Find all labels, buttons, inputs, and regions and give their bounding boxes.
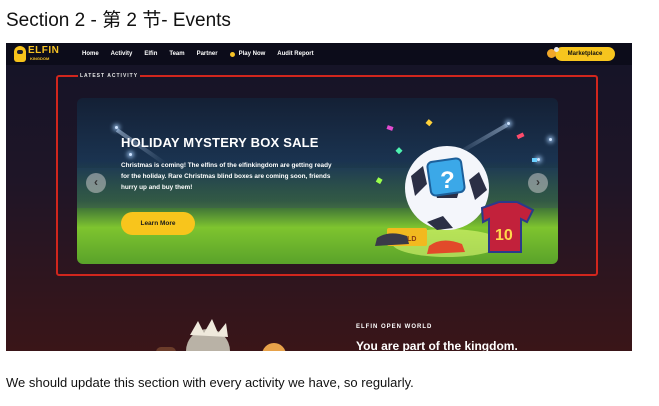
character-head (262, 343, 286, 351)
chevron-right-icon[interactable]: › (528, 173, 548, 193)
jersey-number: 10 (495, 227, 513, 244)
character-crown (190, 319, 228, 337)
stadium-light (115, 126, 118, 129)
character-body (156, 347, 176, 351)
chevron-left-icon[interactable]: ‹ (86, 173, 106, 193)
stadium-light (549, 138, 552, 141)
question-mark: ? (440, 167, 455, 194)
confetti (386, 125, 394, 131)
play-icon (229, 51, 235, 57)
nav-activity[interactable]: Activity (111, 43, 133, 65)
marketplace-area: Marketplace (545, 46, 617, 62)
elfin-logo[interactable]: ELFIN KINGDOM (14, 45, 60, 62)
nav-home[interactable]: Home (82, 43, 99, 65)
elfin-logo-icon (14, 46, 26, 62)
elfin-mascot-icon (545, 47, 561, 61)
document-heading: Section 2 - 第 2 节- Events (6, 10, 231, 31)
nav-partner[interactable]: Partner (197, 43, 218, 65)
open-world-label: ELFIN OPEN WORLD (356, 324, 433, 330)
latest-activity-label: LATEST ACTIVITY (78, 73, 141, 79)
soccer-shoe (375, 233, 409, 246)
nav-play-now-label: Play Now (238, 51, 266, 57)
mystery-ball-illustration: ? 10 WORLD (375, 119, 537, 257)
activity-banner[interactable]: HOLIDAY MYSTERY BOX SALE Christmas is co… (77, 98, 558, 264)
confetti (516, 132, 525, 140)
main-nav: Home Activity Elfin Team Partner Play No… (82, 43, 326, 65)
logo-subtext: KINGDOM (30, 56, 50, 61)
nav-audit-report[interactable]: Audit Report (277, 43, 313, 65)
confetti (375, 177, 383, 185)
nav-play-now[interactable]: Play Now (229, 43, 266, 65)
open-world-heading: You are part of the kingdom. (356, 339, 518, 351)
elfin-characters-art (156, 319, 286, 351)
website-screenshot: ELFIN KINGDOM Home Activity Elfin Team P… (6, 43, 632, 351)
nav-team[interactable]: Team (169, 43, 184, 65)
nav-elfin[interactable]: Elfin (144, 43, 157, 65)
confetti (425, 119, 433, 127)
marketplace-button[interactable]: Marketplace (555, 47, 615, 61)
top-navigation-bar: ELFIN KINGDOM Home Activity Elfin Team P… (6, 43, 632, 65)
banner-title: HOLIDAY MYSTERY BOX SALE (121, 135, 319, 150)
document-note: We should update this section with every… (6, 375, 414, 390)
confetti (532, 158, 537, 162)
learn-more-button[interactable]: Learn More (121, 212, 195, 235)
confetti (395, 147, 403, 155)
stadium-light (129, 153, 132, 156)
logo-text: ELFIN (28, 45, 60, 56)
banner-description: Christmas is coming! The elfins of the e… (121, 162, 332, 191)
